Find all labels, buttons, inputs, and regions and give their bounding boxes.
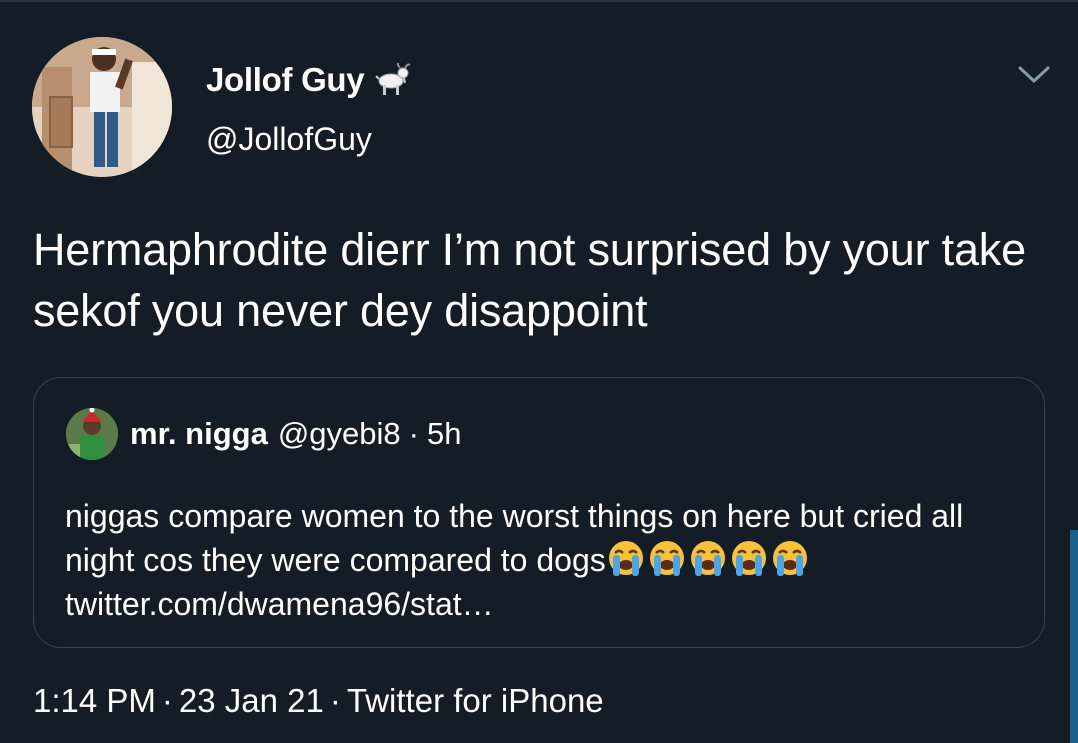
edge-accent bbox=[1070, 530, 1078, 743]
tweet-body: Hermaphrodite dierr I’m not surprised by… bbox=[33, 224, 1026, 336]
quoted-body: niggas compare women to the worst things… bbox=[65, 494, 1025, 626]
meta-separator: · bbox=[329, 682, 341, 719]
loudly-crying-face-icon bbox=[606, 538, 646, 578]
quoted-timestamp: 5h bbox=[426, 416, 462, 451]
chevron-down-icon[interactable] bbox=[1016, 60, 1052, 88]
emoji-group bbox=[606, 538, 811, 578]
quoted-separator: · bbox=[408, 416, 419, 451]
author-handle[interactable]: @JollofGuy bbox=[206, 121, 372, 158]
avatar-photo bbox=[32, 37, 172, 177]
meta-separator: · bbox=[161, 682, 173, 719]
quoted-link[interactable]: twitter.com/dwamena96/stat… bbox=[65, 582, 1025, 626]
quoted-handle: @gyebi8 bbox=[277, 416, 401, 451]
quoted-author-avatar[interactable] bbox=[66, 408, 118, 460]
quoted-header: mr. nigga @gyebi8 · 5h bbox=[130, 414, 461, 454]
loudly-crying-face-icon bbox=[729, 538, 769, 578]
tweet-source[interactable]: Twitter for iPhone bbox=[347, 682, 604, 719]
author-display-name[interactable]: Jollof Guy bbox=[206, 61, 365, 99]
author-avatar[interactable] bbox=[32, 37, 172, 177]
tweet-date[interactable]: 23 Jan 21 bbox=[179, 682, 324, 719]
goat-icon bbox=[374, 62, 412, 97]
loudly-crying-face-icon bbox=[770, 538, 810, 578]
author-name-row[interactable]: Jollof Guy bbox=[206, 58, 412, 102]
tweet-meta: 1:14 PM · 23 Jan 21 · Twitter for iPhone bbox=[33, 682, 604, 720]
top-divider bbox=[0, 0, 1078, 2]
loudly-crying-face-icon bbox=[688, 538, 728, 578]
quoted-text: niggas compare women to the worst things… bbox=[65, 498, 964, 578]
quoted-avatar-photo bbox=[66, 408, 118, 460]
quoted-display-name: mr. nigga bbox=[130, 416, 268, 451]
loudly-crying-face-icon bbox=[647, 538, 687, 578]
tweet-time[interactable]: 1:14 PM bbox=[33, 682, 156, 719]
quoted-tweet-card[interactable]: mr. nigga @gyebi8 · 5h niggas compare wo… bbox=[33, 377, 1045, 648]
